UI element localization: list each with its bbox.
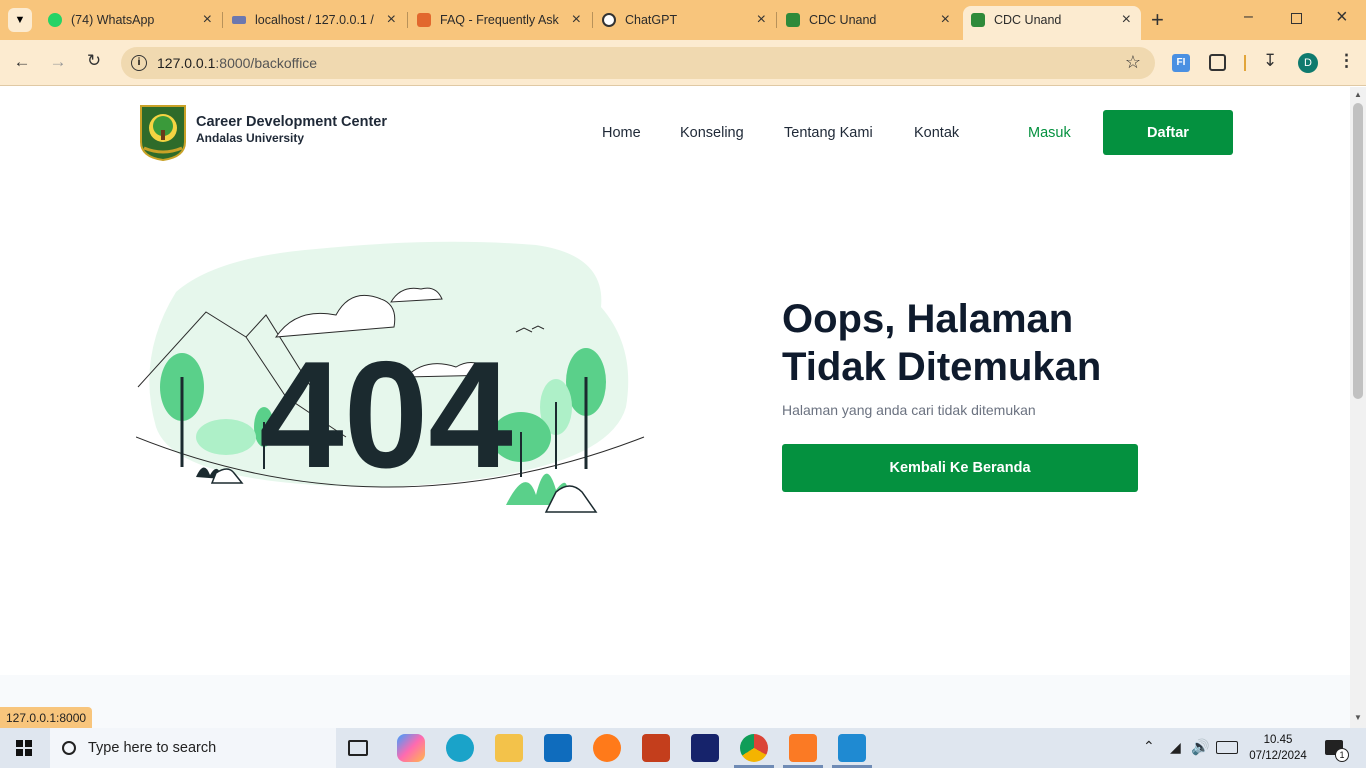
url-path: :8000/backoffice <box>215 55 318 71</box>
nav-tentang-kami[interactable]: Tentang Kami <box>784 125 873 141</box>
reload-icon[interactable]: ↻ <box>82 51 106 71</box>
close-icon[interactable]: × <box>572 11 581 29</box>
minimize-button[interactable]: – <box>1244 8 1253 26</box>
outlook-icon[interactable] <box>544 734 572 762</box>
tab-chatgpt[interactable]: ChatGPT × <box>602 6 772 34</box>
close-icon[interactable]: × <box>203 11 212 29</box>
extensions-puzzle-icon[interactable] <box>1209 54 1226 71</box>
tab-cdc-active[interactable]: CDC Unand × <box>963 6 1141 40</box>
clock-time: 10.45 <box>1263 734 1293 746</box>
tab-title: FAQ - Frequently Ask <box>440 13 559 27</box>
tab-separator <box>592 12 593 28</box>
tab-title: (74) WhatsApp <box>71 13 155 27</box>
tab-separator <box>222 12 223 28</box>
show-hidden-icons-chevron-icon[interactable]: ⌃ <box>1143 738 1155 755</box>
tab-whatsapp[interactable]: (74) WhatsApp × <box>48 6 218 34</box>
extension-fi-icon[interactable]: FI <box>1172 54 1190 72</box>
tab-separator <box>776 12 777 28</box>
task-view-icon[interactable] <box>348 740 368 756</box>
notification-count-badge: 1 <box>1335 748 1349 762</box>
scrollbar-thumb[interactable] <box>1353 103 1363 399</box>
edge-icon[interactable] <box>446 734 474 762</box>
back-icon[interactable]: ← <box>10 52 34 72</box>
close-window-button[interactable]: × <box>1336 6 1348 29</box>
close-icon[interactable]: × <box>757 11 766 29</box>
download-icon[interactable]: ↧ <box>1263 51 1277 71</box>
tab-separator <box>407 12 408 28</box>
tab-title: CDC Unand <box>994 13 1062 27</box>
xampp-icon <box>417 13 431 27</box>
wifi-icon[interactable]: ◢ <box>1170 739 1181 756</box>
brand-title: Career Development Center <box>196 114 387 130</box>
tab-cdc-1[interactable]: CDC Unand × <box>786 6 956 34</box>
status-url-bubble: 127.0.0.1:8000 <box>0 707 93 728</box>
clock-date: 07/12/2024 <box>1249 750 1307 762</box>
error-subtitle: Halaman yang anda cari tidak ditemukan <box>782 402 1036 418</box>
close-icon[interactable]: × <box>941 11 950 29</box>
search-icon <box>62 741 76 755</box>
browser-toolbar: ← → ↻ i 127.0.0.1:8000/backoffice ☆ FI ↧… <box>0 40 1366 86</box>
brand-subtitle: Andalas University <box>196 131 305 145</box>
profile-avatar[interactable]: D <box>1298 53 1318 73</box>
scroll-down-arrow-icon[interactable]: ▼ <box>1354 713 1362 722</box>
nav-konseling[interactable]: Konseling <box>680 125 744 141</box>
tab-strip: ▼ (74) WhatsApp × localhost / 127.0.0.1 … <box>0 0 1366 40</box>
error-404-illustration: 404 <box>136 241 645 513</box>
copilot-icon[interactable] <box>397 734 425 762</box>
tab-title: ChatGPT <box>625 13 678 27</box>
nav-kontak[interactable]: Kontak <box>914 125 959 141</box>
bookmark-star-icon[interactable]: ☆ <box>1125 52 1141 73</box>
file-explorer-icon[interactable] <box>495 734 523 762</box>
clock[interactable]: 10.45 07/12/2024 <box>1246 732 1310 764</box>
windows-taskbar: Type here to search ⌃ ◢ 🔊 10.45 07/12/20… <box>0 728 1366 768</box>
url-text: 127.0.0.1:8000/backoffice <box>157 55 317 71</box>
error-code-text: 404 <box>259 330 513 500</box>
chatgpt-icon <box>602 13 616 27</box>
url-host: 127.0.0.1 <box>157 55 216 71</box>
close-icon[interactable]: × <box>1122 11 1131 29</box>
restore-button[interactable] <box>1291 13 1302 24</box>
keyboard-icon[interactable] <box>1216 741 1238 754</box>
brand-name[interactable]: Career Development Center Andalas Univer… <box>196 114 387 145</box>
register-button[interactable]: Daftar <box>1103 110 1233 155</box>
tab-faq[interactable]: FAQ - Frequently Ask × <box>417 6 587 34</box>
windows-start-icon[interactable] <box>16 740 32 756</box>
address-bar[interactable]: i 127.0.0.1:8000/backoffice ☆ <box>121 47 1155 79</box>
tab-title: CDC Unand <box>809 13 877 27</box>
tab-title: localhost / 127.0.0.1 / <box>255 13 374 27</box>
scroll-up-arrow-icon[interactable]: ▲ <box>1354 90 1362 99</box>
whatsapp-icon <box>48 13 62 27</box>
menu-kebab-icon[interactable]: ⋮ <box>1338 51 1355 71</box>
site-info-icon[interactable]: i <box>131 55 147 71</box>
site-logo[interactable] <box>138 102 188 162</box>
taskbar-search-box[interactable]: Type here to search <box>50 728 336 768</box>
cdc-icon <box>786 13 800 27</box>
web-page: Career Development Center Andalas Univer… <box>0 87 1350 728</box>
error-title: Oops, Halaman Tidak Ditemukan <box>782 297 1102 389</box>
phpmyadmin-icon <box>232 16 246 24</box>
new-tab-button[interactable]: + <box>1151 7 1164 33</box>
forward-icon[interactable]: → <box>46 52 70 72</box>
powerpoint-icon[interactable] <box>642 734 670 762</box>
back-home-button[interactable]: Kembali Ke Beranda <box>782 444 1138 492</box>
vscode-icon[interactable] <box>838 734 866 762</box>
search-placeholder: Type here to search <box>88 740 217 756</box>
toolbar-divider <box>1244 55 1246 71</box>
l-app-icon[interactable] <box>691 734 719 762</box>
nav-home[interactable]: Home <box>602 125 641 141</box>
page-scrollbar[interactable]: ▲ ▼ <box>1350 87 1366 728</box>
footer-band <box>0 675 1350 728</box>
close-icon[interactable]: × <box>387 11 396 29</box>
chrome-icon[interactable] <box>740 734 768 762</box>
unand-emblem-icon <box>140 105 186 162</box>
tab-search-button[interactable]: ▼ <box>8 8 32 32</box>
volume-icon[interactable]: 🔊 <box>1191 738 1210 756</box>
login-link[interactable]: Masuk <box>1028 125 1071 141</box>
firefox-icon[interactable] <box>593 734 621 762</box>
xampp-icon[interactable] <box>789 734 817 762</box>
tab-phpmyadmin[interactable]: localhost / 127.0.0.1 / × <box>232 6 402 34</box>
cdc-icon <box>971 13 985 27</box>
